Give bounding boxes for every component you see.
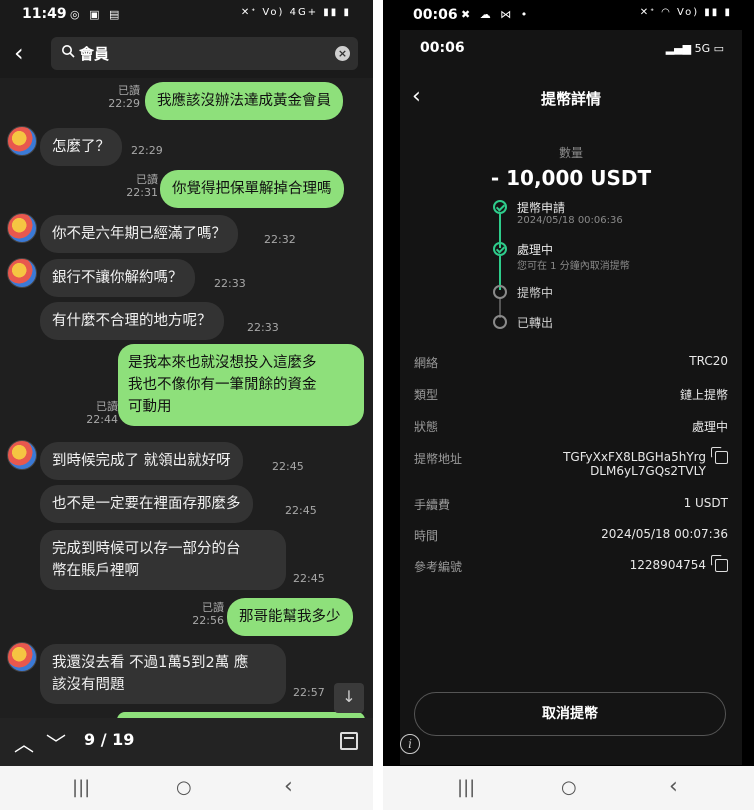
chat-search-bar: ‹ 會員 ×: [0, 30, 373, 78]
amount-label: 數量: [558, 146, 583, 160]
status-system-icons: ✕ᐩ Vo) 4G+ ▮▮ ▮: [240, 7, 351, 18]
clear-search-icon[interactable]: ×: [335, 46, 350, 61]
check-circle-icon: [493, 200, 507, 214]
embedded-status-bar: 00:06 ▂▄▆ 5G ▭: [400, 40, 742, 62]
contact-avatar[interactable]: [7, 440, 37, 470]
result-counter: 9 / 19: [84, 730, 135, 749]
address-line: TGFyXxFX8LBGHa5hYrg: [563, 450, 706, 464]
withdrawal-app-screen: 00:06 ✖ ☁ ⋈ • ✕ᐩ ◠ Vo) ▮▮ ▮ 00:06 ▂▄▆ 5G…: [383, 0, 754, 810]
cancel-withdrawal-button[interactable]: 取消提幣: [414, 692, 726, 736]
back-icon[interactable]: ‹: [669, 774, 678, 799]
status-bar: 11:49 ◎ ▣ ▤ ✕ᐩ Vo) 4G+ ▮▮ ▮: [0, 0, 373, 30]
message-time: 22:29: [131, 144, 163, 157]
outgoing-message[interactable]: 我應該沒辦法達成黃金會員: [145, 82, 343, 120]
signal-5g-indicator: ▂▄▆ 5G ▭: [665, 42, 724, 55]
contact-avatar[interactable]: [7, 642, 37, 672]
embedded-time: 00:06: [420, 40, 465, 56]
chat-message-list[interactable]: 已讀 22:29 我應該沒辦法達成黃金會員 怎麼了？ 22:29 已讀 22:31 …: [0, 78, 373, 718]
read-receipt: 已讀 22:29: [108, 84, 140, 110]
message-time: 22:45: [272, 460, 304, 473]
withdrawal-details-page: 00:06 ▂▄▆ 5G ▭ ‹ 提幣詳情 數量 - 10,000 USDT 提…: [400, 30, 742, 788]
withdrawal-amount: - 10,000 USDT: [490, 166, 652, 190]
back-arrow-icon[interactable]: ‹: [14, 40, 38, 68]
copy-reference-icon[interactable]: [711, 555, 728, 572]
contact-avatar[interactable]: [7, 258, 37, 288]
incoming-message[interactable]: 你不是六年期已經滿了嗎？: [40, 215, 238, 253]
status-notification-icons: ◎ ▣ ▤: [70, 8, 123, 21]
status-system-icons: ✕ᐩ ◠ Vo) ▮▮ ▮: [639, 7, 732, 18]
incoming-message[interactable]: 完成到時候可以存一部分的台 幣在賬戶裡啊: [40, 530, 286, 590]
incoming-message[interactable]: 有什麼不合理的地方呢？: [40, 302, 224, 340]
outgoing-message[interactable]: 那哥能幫我多少: [227, 598, 353, 636]
scroll-down-icon[interactable]: ↓: [334, 683, 364, 713]
calendar-icon[interactable]: [340, 732, 358, 750]
back-icon[interactable]: ‹: [284, 774, 293, 799]
recents-icon[interactable]: |||: [72, 777, 90, 798]
read-receipt: 已讀 22:56: [192, 601, 224, 627]
detail-row-address: 提幣地址 TGFyXxFX8LBGHa5hYrg DLM6yL7GQs2TVLY: [414, 447, 728, 480]
info-icon[interactable]: i: [400, 734, 420, 754]
status-bar: 00:06 ✖ ☁ ⋈ • ✕ᐩ ◠ Vo) ▮▮ ▮: [383, 0, 754, 30]
chat-app-screen: 11:49 ◎ ▣ ▤ ✕ᐩ Vo) 4G+ ▮▮ ▮ ‹ 會員 × 已讀 22:…: [0, 0, 373, 810]
home-icon[interactable]: ○: [176, 777, 192, 798]
status-notification-icons: ✖ ☁ ⋈ •: [461, 8, 531, 21]
status-time: 11:49: [22, 6, 67, 22]
contact-avatar[interactable]: [7, 126, 37, 156]
incoming-message[interactable]: 我還沒去看 不過1萬5到2萬 應 該沒有問題: [40, 644, 286, 704]
incoming-message[interactable]: 到時候完成了 就領出就好呀: [40, 442, 243, 480]
read-receipt: 已讀 22:31: [126, 173, 158, 199]
screenshot-composite: 11:49 ◎ ▣ ▤ ✕ᐩ Vo) 4G+ ▮▮ ▮ ‹ 會員 × 已讀 22:…: [0, 0, 754, 810]
status-time: 00:06: [413, 7, 458, 23]
home-icon[interactable]: ○: [561, 777, 577, 798]
message-time: 22:45: [285, 504, 317, 517]
empty-circle-icon: [493, 315, 507, 329]
empty-circle-icon: [493, 285, 507, 299]
page-title: 提幣詳情: [540, 90, 601, 108]
incoming-message[interactable]: 也不是一定要在裡面存那麼多: [40, 485, 253, 523]
next-result-icon[interactable]: ﹀: [46, 728, 66, 757]
system-nav-bar: ||| ○ ‹: [0, 766, 373, 810]
previous-result-icon[interactable]: ︿: [14, 728, 34, 757]
address-line: DLM6yL7GQs2TVLY: [590, 464, 706, 478]
search-query: 會員: [79, 45, 110, 63]
message-time: 22:45: [293, 572, 325, 585]
system-nav-bar: ||| ○ ‹: [383, 766, 754, 810]
search-icon: [62, 45, 75, 58]
check-circle-icon: [493, 242, 507, 256]
copy-address-icon[interactable]: [711, 447, 728, 464]
incoming-message[interactable]: 怎麼了？: [40, 128, 122, 166]
outgoing-message[interactable]: 是我本來也就沒想投入這麼多 我也不像你有一筆閒餘的資金 可動用: [118, 344, 364, 426]
page-header: ‹ 提幣詳情: [400, 82, 742, 118]
message-time: 22:57: [293, 686, 325, 699]
recents-icon[interactable]: |||: [457, 777, 475, 798]
incoming-message[interactable]: 銀行不讓你解約嗎？: [40, 259, 195, 297]
search-result-navigator: ︿ ﹀ 9 / 19: [0, 718, 373, 766]
contact-avatar[interactable]: [7, 213, 37, 243]
message-time: 22:32: [264, 233, 296, 246]
read-receipt: 已讀 22:44: [86, 400, 118, 426]
message-time: 22:33: [247, 321, 279, 334]
search-input[interactable]: 會員 ×: [51, 37, 358, 70]
outgoing-message[interactable]: 你覺得把保單解掉合理嗎: [160, 170, 344, 208]
message-time: 22:33: [214, 277, 246, 290]
